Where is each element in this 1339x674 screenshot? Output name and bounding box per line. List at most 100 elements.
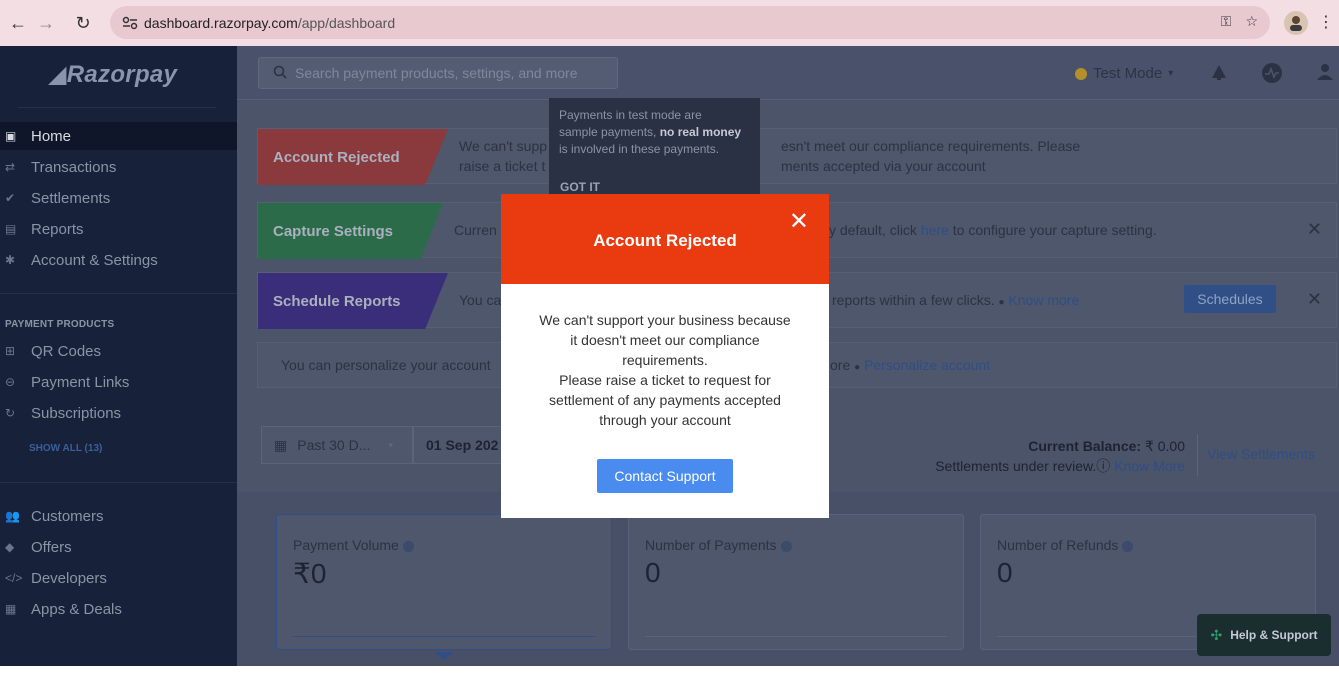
tooltip-text: sample payments, no real money (559, 125, 742, 139)
account-rejected-modal: Account Rejected ✕ We can't support your… (501, 194, 829, 518)
announcement-icon[interactable] (1209, 62, 1229, 90)
know-more-link[interactable]: Know more (1008, 292, 1079, 308)
modal-title: Account Rejected (593, 231, 737, 250)
divider (0, 293, 237, 294)
sidebar-item-developers[interactable]: </> Developers (0, 564, 237, 592)
home-icon: ▣ (5, 129, 17, 143)
stats-section: Payment Volume ₹0 Number of Payments 0 N… (237, 492, 1339, 666)
divider (1197, 434, 1198, 476)
browser-toolbar: ← → ↻ dashboard.razorpay.com/app/dashboa… (0, 0, 1339, 46)
tooltip-text: is involved in these payments. (559, 142, 720, 156)
help-icon[interactable] (402, 540, 414, 552)
sidebar-item-reports[interactable]: ▤ Reports (0, 215, 237, 243)
balance-info: Current Balance: ₹ 0.00 Settlements unde… (867, 436, 1185, 476)
date-range-select[interactable]: ▦ Past 30 D... ▾ (261, 426, 413, 464)
bullet-icon: ● (998, 297, 1005, 308)
stat-value: ₹0 (293, 558, 327, 589)
menu-icon[interactable]: ⋮ (1318, 12, 1334, 32)
modal-line: through your account (599, 412, 731, 428)
section-heading: PAYMENT PRODUCTS (5, 319, 115, 330)
banner-tag: Schedule Reports (258, 273, 448, 329)
sidebar-item-label: Payment Links (31, 373, 130, 391)
sidebar-item-subscriptions[interactable]: ↻ Subscriptions (0, 399, 237, 427)
sidebar-item-payment-links[interactable]: ⊖ Payment Links (0, 368, 237, 396)
activity-icon[interactable] (1261, 62, 1283, 90)
calendar-icon: ▦ (274, 436, 288, 453)
apps-icon: ▦ (5, 602, 17, 616)
tooltip-text: Payments in test mode are (559, 108, 702, 122)
know-more-link[interactable]: Know More (1114, 458, 1185, 474)
stat-card-number-of-payments[interactable]: Number of Payments 0 (628, 514, 964, 650)
help-icon[interactable] (780, 540, 792, 552)
review-text: Settlements under review. (935, 458, 1097, 474)
divider (645, 636, 947, 637)
schedules-button[interactable]: Schedules (1184, 285, 1276, 313)
personalize-account-link[interactable]: Personalize account (864, 357, 990, 373)
help-support-button[interactable]: ✣ Help & Support (1197, 614, 1331, 656)
stat-label: Number of Payments (645, 537, 792, 553)
date-filter: ▦ Past 30 D... ▾ 01 Sep 202 (261, 426, 503, 464)
date-value[interactable]: 01 Sep 202 (413, 426, 503, 464)
info-icon[interactable]: ⓘ (1096, 458, 1110, 474)
address-bar[interactable]: dashboard.razorpay.com/app/dashboard ⚿ ☆ (110, 6, 1270, 39)
sidebar-item-label: Settlements (31, 189, 111, 207)
close-icon[interactable]: ✕ (1307, 219, 1322, 240)
url-text: dashboard.razorpay.com/app/dashboard (144, 14, 396, 31)
sidebar-item-qr-codes[interactable]: ⊞ QR Codes (0, 337, 237, 365)
stat-label: Number of Refunds (997, 537, 1134, 553)
window-bottom-edge (0, 666, 1339, 674)
banner-tag: Account Rejected (258, 129, 448, 185)
banner-text-right: ore ● Personalize account (830, 357, 991, 373)
top-header: Search payment products, settings, and m… (237, 46, 1339, 100)
status-dot-icon (1075, 67, 1087, 80)
sidebar-item-label: Subscriptions (31, 404, 122, 422)
star-icon[interactable]: ☆ (1245, 13, 1258, 30)
divider (293, 636, 595, 637)
user-icon[interactable] (1315, 62, 1335, 90)
settlements-icon: ✔ (5, 191, 16, 205)
forward-icon[interactable]: → (28, 5, 64, 41)
balance-value: ₹ 0.00 (1144, 438, 1185, 454)
test-mode-dropdown[interactable]: Test Mode ▾ (1075, 65, 1173, 82)
search-icon (273, 65, 287, 82)
date-range-value: Past 30 D... (297, 437, 371, 453)
sidebar-item-home[interactable]: ▣ Home (0, 122, 237, 150)
sidebar-item-account-settings[interactable]: ✱ Account & Settings (0, 246, 237, 274)
sidebar-item-customers[interactable]: 👥 Customers (0, 502, 237, 530)
sidebar-item-transactions[interactable]: ⇄ Transactions (0, 153, 237, 181)
contact-support-button[interactable]: Contact Support (597, 459, 733, 493)
stat-value: 0 (997, 557, 1013, 588)
sidebar-item-label: Transactions (31, 158, 117, 176)
offers-icon: ◆ (5, 540, 15, 554)
avatar[interactable] (1284, 11, 1308, 35)
logo-mark-icon: ◢ (48, 61, 67, 88)
close-icon[interactable]: ✕ (1307, 289, 1322, 310)
search-input[interactable]: Search payment products, settings, and m… (258, 57, 618, 89)
sidebar-item-label: Customers (31, 507, 104, 525)
gear-icon: ✱ (5, 253, 16, 267)
site-settings-icon[interactable] (116, 16, 144, 30)
sidebar: ◢Razorpay ▣ Home ⇄ Transactions ✔ Settle… (0, 46, 237, 666)
key-icon[interactable]: ⚿ (1221, 13, 1232, 30)
stat-label: Payment Volume (293, 537, 414, 553)
sidebar-item-label: Home (31, 127, 72, 145)
help-support-label: Help & Support (1230, 628, 1318, 642)
account-rejected-banner: Account Rejected We can't supp raise a ti… (257, 128, 1337, 185)
stat-card-payment-volume[interactable]: Payment Volume ₹0 (276, 514, 612, 650)
close-icon[interactable]: ✕ (789, 210, 809, 234)
help-icon[interactable] (1122, 540, 1134, 552)
balance-label: Current Balance: (1028, 438, 1142, 454)
banner-text: You ca (459, 292, 502, 308)
reload-icon[interactable]: ↻ (65, 5, 101, 41)
sidebar-item-offers[interactable]: ◆ Offers (0, 533, 237, 561)
banner-text-right: y default, click here to configure your … (829, 222, 1157, 238)
view-settlements-link[interactable]: View Settlements (1207, 446, 1315, 462)
razorpay-logo[interactable]: ◢Razorpay (48, 60, 177, 89)
here-link[interactable]: here (921, 222, 949, 238)
stat-value: 0 (645, 557, 661, 588)
sidebar-item-label: Developers (31, 569, 107, 587)
show-all-link[interactable]: SHOW ALL (13) (29, 443, 102, 454)
sidebar-item-settlements[interactable]: ✔ Settlements (0, 184, 237, 212)
sidebar-item-apps-deals[interactable]: ▦ Apps & Deals (0, 595, 237, 623)
selected-caret-icon (435, 652, 453, 660)
